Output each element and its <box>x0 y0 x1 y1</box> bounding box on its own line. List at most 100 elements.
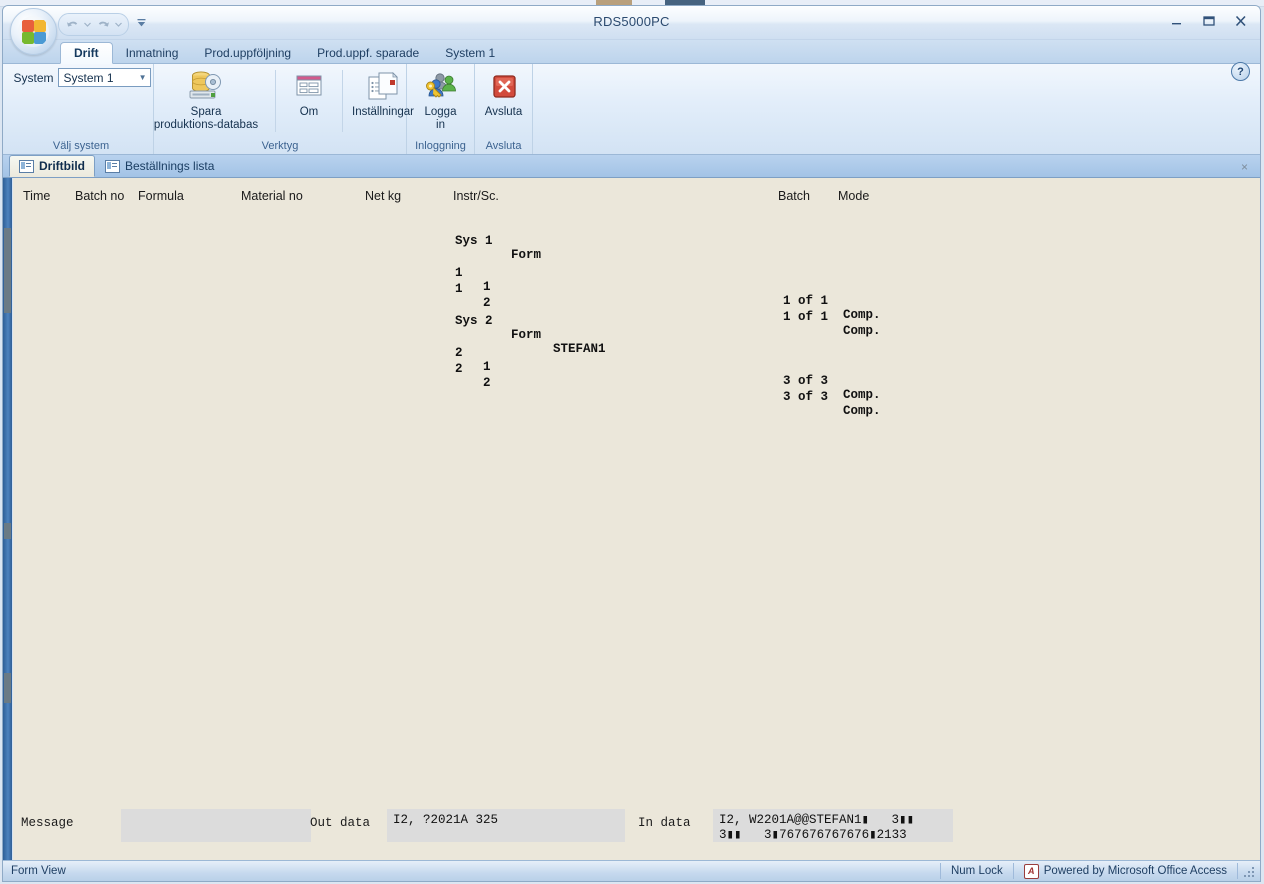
spara-produktionsdatabas-label: Spara produktions-databas <box>153 106 259 131</box>
ribbon-group-verktyg: Spara produktions-databas Om Inställning… <box>154 64 414 154</box>
status-separator <box>1237 863 1238 879</box>
redo-button[interactable] <box>94 15 113 34</box>
ribbon-tab-prod-uppf-sparade[interactable]: Prod.uppf. sparade <box>304 43 432 64</box>
column-header-instr-sc: Instr/Sc. <box>453 189 499 203</box>
ribbon-tab-inmatning[interactable]: Inmatning <box>113 43 192 64</box>
row-instr: 2 <box>455 362 463 376</box>
resize-grip-icon[interactable] <box>1244 865 1258 878</box>
row-mode: Comp. <box>843 404 881 418</box>
row-batch: 3 of 3 <box>783 374 829 388</box>
table-row[interactable]: 2 2 3 of 3 Comp. <box>13 348 1260 418</box>
message-label: Message <box>21 816 74 830</box>
quick-access-toolbar <box>58 13 129 36</box>
ribbon-group-inloggning: Logga in Inloggning <box>407 64 475 154</box>
application-window: RDS5000PC Drift Inmatning Prod.uppföljni… <box>0 0 1264 884</box>
window-controls <box>1166 12 1252 30</box>
ribbon-separator <box>275 70 276 132</box>
powered-by-label: Powered by Microsoft Office Access <box>1043 865 1227 877</box>
installningar-label: Inställningar <box>352 106 415 118</box>
ribbon-separator <box>342 70 343 132</box>
close-icon[interactable] <box>1230 12 1252 30</box>
row-batch: 3 of 3 <box>783 390 829 404</box>
undo-dropdown-icon[interactable] <box>82 15 93 34</box>
row-sc: 2 <box>483 376 491 390</box>
system-combo-value: System 1 <box>63 70 114 85</box>
column-header-time: Time <box>23 189 51 203</box>
driftbild-form: Time Batch no Formula Material no Net kg… <box>13 178 1260 869</box>
settings-document-icon <box>366 70 400 104</box>
document-tab-bestallnings-lista[interactable]: Beställnings lista <box>95 155 224 177</box>
table-row[interactable]: 2 1 3 of 3 Comp. <box>13 332 1260 402</box>
office-logo-icon <box>18 16 49 47</box>
red-x-icon <box>489 70 519 104</box>
in-data-label: In data <box>638 816 691 830</box>
system-combo-label: System <box>13 70 54 85</box>
status-num-lock: Num Lock <box>941 865 1013 877</box>
about-window-icon <box>293 70 325 104</box>
customize-quick-access-icon[interactable] <box>133 15 149 32</box>
form-icon <box>19 159 34 173</box>
in-data-field[interactable]: I2, W2201A@@STEFAN1▮ 3▮▮ 3▮▮ 3▮767676767… <box>713 809 953 842</box>
ribbon-group-avsluta: Avsluta Avsluta <box>475 64 533 154</box>
column-header-batch-no: Batch no <box>75 189 125 203</box>
form-icon <box>105 159 120 173</box>
document-tab-strip: Driftbild Beställnings lista × <box>3 155 1260 178</box>
ribbon-group-valj-system: System System 1 ▼ Välj system <box>9 64 154 154</box>
status-bar: Form View Num Lock A Powered by Microsof… <box>3 860 1260 881</box>
office-button[interactable] <box>10 8 57 55</box>
message-field[interactable] <box>121 809 311 842</box>
document-tab-driftbild-label: Driftbild <box>39 159 85 173</box>
window-title: RDS5000PC <box>593 14 670 29</box>
ribbon-group-label-verktyg: Verktyg <box>261 140 299 152</box>
column-header-formula: Formula <box>138 189 184 203</box>
maximize-icon[interactable] <box>1198 12 1220 30</box>
logga-in-button[interactable]: Logga in <box>411 68 471 132</box>
status-powered-by: A Powered by Microsoft Office Access <box>1014 863 1237 879</box>
om-label: Om <box>299 106 319 118</box>
table-row[interactable]: 1 2 1 of 1 Comp. <box>13 268 1260 338</box>
close-document-icon[interactable]: × <box>1237 159 1252 174</box>
table-row[interactable]: 1 1 1 of 1 Comp. <box>13 252 1260 322</box>
logga-in-label: Logga in <box>424 106 457 131</box>
avsluta-label: Avsluta <box>484 106 523 118</box>
column-header-net-kg: Net kg <box>365 189 402 203</box>
status-view-label: Form View <box>11 865 66 877</box>
database-save-icon <box>186 70 226 104</box>
column-headers: Time Batch no Formula Material no Net kg… <box>13 189 1260 205</box>
help-icon[interactable]: ? <box>1231 62 1250 81</box>
ribbon-group-label-valj-system: Välj system <box>52 140 110 152</box>
om-button[interactable]: Om <box>279 68 339 119</box>
ribbon-group-label-avsluta: Avsluta <box>485 140 522 152</box>
minimize-icon[interactable] <box>1166 12 1188 30</box>
ribbon-tab-strip: Drift Inmatning Prod.uppföljning Prod.up… <box>3 40 1260 81</box>
document-tab-driftbild[interactable]: Driftbild <box>9 155 95 177</box>
num-lock-label: Num Lock <box>950 865 1003 877</box>
bottom-fields: Message Out data I2, ?2021A 325 In data … <box>13 803 1260 847</box>
avsluta-button[interactable]: Avsluta <box>474 68 534 119</box>
column-header-material-no: Material no <box>241 189 303 203</box>
key-users-icon <box>424 70 458 104</box>
out-data-field[interactable]: I2, ?2021A 325 <box>387 809 625 842</box>
column-header-mode: Mode <box>838 189 870 203</box>
document-tab-bestallnings-lista-label: Beställnings lista <box>125 159 215 173</box>
spara-produktionsdatabas-button[interactable]: Spara produktions-databas <box>140 68 272 132</box>
access-logo-icon: A <box>1023 863 1039 879</box>
ribbon-tab-system-1[interactable]: System 1 <box>432 43 508 64</box>
redo-dropdown-icon[interactable] <box>113 15 124 34</box>
row-instr: 1 <box>455 282 463 296</box>
undo-button[interactable] <box>63 15 82 34</box>
navigation-pane-collapsed[interactable] <box>3 178 12 869</box>
out-data-label: Out data <box>310 816 371 830</box>
title-bar: RDS5000PC <box>3 6 1260 40</box>
table-row[interactable]: Sys 1 Form <box>13 220 1260 262</box>
column-header-batch: Batch <box>778 189 810 203</box>
rds5000pc-window: RDS5000PC Drift Inmatning Prod.uppföljni… <box>2 5 1261 882</box>
ribbon-tab-drift[interactable]: Drift <box>60 42 113 64</box>
form-area: Time Batch no Formula Material no Net kg… <box>3 178 1260 869</box>
ribbon-tab-prod-uppfoljning[interactable]: Prod.uppföljning <box>191 43 304 64</box>
row-instr: Sys 1 <box>455 234 493 248</box>
system-combo-box[interactable]: System 1 ▼ <box>57 68 151 87</box>
table-row[interactable]: Sys 2 Form STEFAN1 <box>13 300 1260 356</box>
ribbon-group-label-inloggning: Inloggning <box>415 140 466 152</box>
row-instr: Sys 2 <box>455 314 493 328</box>
